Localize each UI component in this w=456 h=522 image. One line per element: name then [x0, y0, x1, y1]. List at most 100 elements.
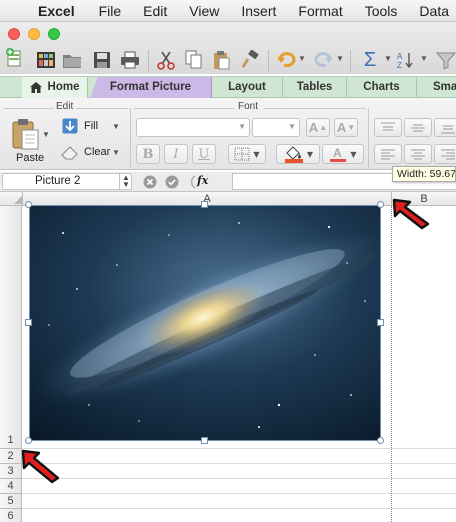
redo-icon[interactable] [314, 50, 334, 70]
align-center-icon [411, 149, 425, 160]
resize-handle-bottom[interactable] [201, 437, 208, 444]
font-group-rule [134, 108, 234, 109]
menu-insert[interactable]: Insert [241, 3, 276, 19]
name-box-stepper-icon[interactable]: ▲ ▼ [122, 174, 130, 189]
grow-font-label: A [308, 120, 319, 135]
width-tooltip: Width: 59.67 [392, 166, 456, 182]
select-all-corner-icon[interactable] [14, 196, 22, 204]
copy-icon[interactable] [184, 50, 204, 70]
resize-handle-bottom-right[interactable] [377, 437, 384, 444]
tab-layout[interactable]: Layout [212, 77, 282, 98]
function-wizard-button[interactable]: fx [187, 174, 211, 190]
align-left-icon [381, 149, 395, 160]
undo-dropdown-chevron-icon[interactable]: ▼ [298, 54, 306, 63]
font-color-button[interactable]: A ▼ [322, 144, 364, 164]
align-top-icon [381, 122, 395, 130]
row-header-6[interactable]: 6 [0, 510, 21, 522]
resize-handle-top-left[interactable] [25, 201, 32, 208]
font-size-chevron-icon: ▼ [288, 122, 296, 131]
name-box-divider [119, 173, 120, 190]
sort-az-icon[interactable]: AZ [396, 50, 416, 70]
fill-label: Fill [84, 120, 99, 132]
menu-data[interactable]: Data [419, 3, 449, 19]
menu-view[interactable]: View [189, 3, 219, 19]
shrink-font-button[interactable]: A ▼ [334, 118, 358, 137]
menu-tools[interactable]: Tools [365, 3, 398, 19]
redo-dropdown-chevron-icon[interactable]: ▼ [336, 54, 344, 63]
filter-funnel-icon[interactable] [436, 50, 456, 70]
italic-button[interactable]: I [164, 144, 188, 164]
edit-group-rule [4, 108, 54, 109]
align-top-button[interactable] [374, 118, 402, 137]
row-header-divider [0, 493, 22, 494]
format-painter-icon[interactable] [240, 50, 260, 70]
ribbon-tab-bar: Home Format Picture Layout Tables Charts… [0, 76, 456, 98]
fill-button[interactable]: Fill ▼ [60, 118, 122, 136]
menu-format[interactable]: Format [298, 3, 342, 19]
open-folder-icon[interactable] [62, 50, 82, 70]
resize-handle-bottom-left[interactable] [25, 437, 32, 444]
confirm-entry-icon[interactable] [165, 175, 179, 189]
fill-down-arrow-icon [62, 118, 78, 134]
app-menu-excel[interactable]: Excel [38, 3, 75, 19]
save-icon[interactable] [92, 50, 112, 70]
align-left-button[interactable] [374, 144, 402, 164]
zoom-window-button[interactable] [48, 28, 60, 40]
tab-smartart[interactable]: Sma [416, 77, 456, 98]
resize-handle-top[interactable] [201, 201, 208, 208]
undo-icon[interactable] [276, 50, 296, 70]
clear-dropdown-chevron-icon[interactable]: ▼ [112, 148, 120, 157]
align-right-icon [441, 149, 455, 160]
templates-icon[interactable] [36, 50, 56, 70]
paste-label: Paste [16, 152, 45, 164]
paste-icon[interactable] [212, 50, 232, 70]
grow-font-button[interactable]: A ▲ [306, 118, 330, 137]
cancel-entry-icon[interactable] [143, 175, 157, 189]
formula-bar: Picture 2 ▲ ▼ fx [0, 172, 456, 192]
align-right-button[interactable] [434, 144, 456, 164]
sort-dropdown-chevron-icon[interactable]: ▼ [420, 54, 428, 63]
autosum-sigma-icon[interactable]: Σ [360, 49, 380, 71]
resize-handle-top-right[interactable] [377, 201, 384, 208]
annotation-arrow-top-right-icon [392, 198, 430, 230]
paste-button[interactable]: ▼ Paste [8, 116, 52, 168]
font-name-select[interactable]: ▼ [136, 118, 250, 137]
minimize-window-button[interactable] [28, 28, 40, 40]
fx-label: fx [197, 174, 209, 187]
print-icon[interactable] [120, 50, 140, 70]
fill-dropdown-chevron-icon[interactable]: ▼ [112, 122, 120, 131]
font-color-chevron-icon: ▼ [350, 149, 357, 159]
borders-button[interactable]: ▼ [228, 144, 266, 164]
bold-button[interactable]: B [136, 144, 160, 164]
tab-charts[interactable]: Charts [346, 77, 416, 98]
toolbar-separator [148, 50, 149, 72]
tab-home[interactable]: Home [22, 77, 88, 98]
align-bottom-icon [441, 125, 455, 133]
clear-button[interactable]: Clear ▼ [60, 144, 122, 162]
svg-text:A: A [333, 146, 342, 160]
font-group-rule [264, 108, 366, 109]
borders-chevron-icon: ▼ [253, 149, 260, 159]
close-window-button[interactable] [8, 28, 20, 40]
tab-tables[interactable]: Tables [282, 77, 346, 98]
tab-format-picture[interactable]: Format Picture [90, 77, 212, 98]
cut-scissors-icon[interactable] [156, 50, 176, 70]
autosum-dropdown-chevron-icon[interactable]: ▼ [384, 54, 392, 63]
align-middle-button[interactable] [404, 118, 432, 137]
row-header-1[interactable]: 1 [0, 434, 21, 446]
new-workbook-icon[interactable] [4, 48, 24, 68]
resize-handle-left[interactable] [25, 319, 32, 326]
resize-handle-right[interactable] [377, 319, 384, 326]
name-box[interactable]: Picture 2 ▲ ▼ [2, 173, 132, 190]
page-break-line [391, 206, 392, 522]
menu-edit[interactable]: Edit [143, 3, 167, 19]
grow-font-arrow-icon: ▲ [319, 123, 328, 132]
font-size-select[interactable]: ▼ [252, 118, 300, 137]
paste-dropdown-chevron-icon[interactable]: ▼ [42, 130, 50, 139]
align-center-button[interactable] [404, 144, 432, 164]
fill-color-button[interactable]: ▼ [276, 144, 320, 164]
underline-button[interactable]: U [192, 144, 216, 164]
align-bottom-button[interactable] [434, 118, 456, 137]
menu-file[interactable]: File [99, 3, 122, 19]
row-header-5[interactable]: 5 [0, 495, 21, 507]
